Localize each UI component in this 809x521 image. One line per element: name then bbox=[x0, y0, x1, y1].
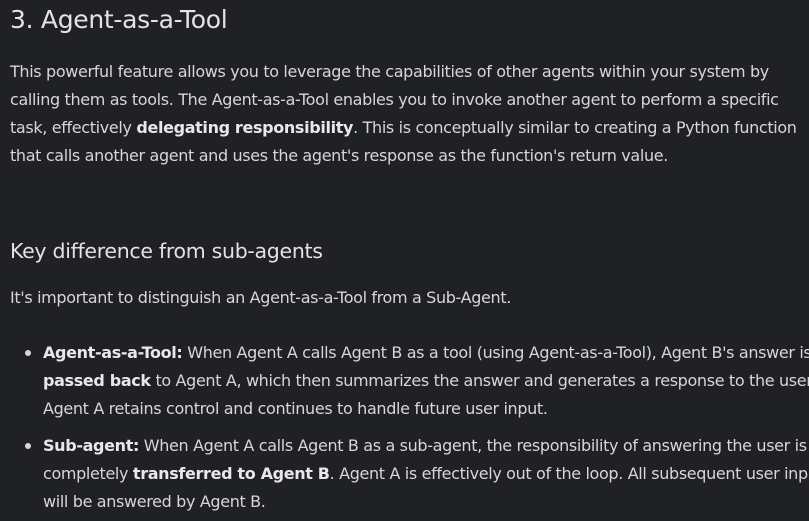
list-item-text-2: to Agent A, which then summarizes the an… bbox=[43, 371, 809, 418]
document-page: 3. Agent-as-a-Tool This powerful feature… bbox=[0, 0, 809, 521]
list-item-bold-phrase: transferred to Agent B bbox=[132, 464, 330, 483]
key-difference-heading: Key difference from sub-agents bbox=[10, 239, 323, 263]
bullet-icon bbox=[25, 350, 31, 356]
list-item-bold-phrase: passed back bbox=[43, 371, 151, 390]
intro-paragraph: This powerful feature allows you to leve… bbox=[10, 58, 800, 170]
list-item-agent-as-tool: Agent-as-a-Tool: When Agent A calls Agen… bbox=[25, 339, 809, 423]
distinguish-paragraph: It's important to distinguish an Agent-a… bbox=[10, 288, 511, 307]
bullet-icon bbox=[25, 443, 31, 449]
section-title: 3. Agent-as-a-Tool bbox=[10, 5, 228, 34]
list-item-term: Agent-as-a-Tool: bbox=[43, 343, 183, 362]
list-item-term: Sub-agent: bbox=[43, 436, 140, 455]
list-item-sub-agent: Sub-agent: When Agent A calls Agent B as… bbox=[25, 432, 809, 516]
difference-list: Agent-as-a-Tool: When Agent A calls Agen… bbox=[10, 339, 809, 521]
intro-bold-phrase: delegating responsibility bbox=[136, 118, 354, 137]
list-item-text-1: When Agent A calls Agent B as a tool (us… bbox=[182, 343, 809, 362]
